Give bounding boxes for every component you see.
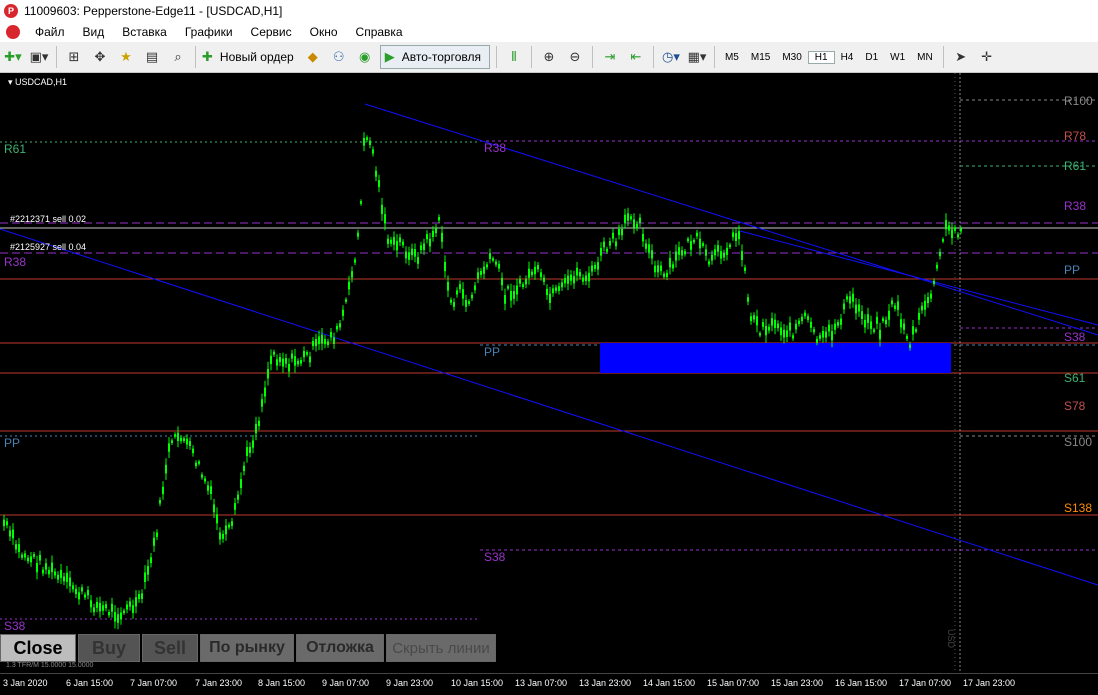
level-label: R61 <box>1064 159 1087 173</box>
watermark-text: USD <box>946 629 956 649</box>
order-label[interactable]: #2212371 sell 0.02 <box>10 214 86 224</box>
price-chart <box>0 73 1098 673</box>
time-axis-label: 13 Jan 23:00 <box>579 678 632 688</box>
autotrading-icon: ▶ <box>384 49 395 64</box>
level-label: S61 <box>1064 371 1086 385</box>
periods-clock-icon[interactable]: ◷▾ <box>660 46 682 68</box>
new-chart-icon[interactable]: ✚▾ <box>2 46 24 68</box>
level-label: PP <box>484 345 501 359</box>
signals-icon[interactable]: ⚇ <box>328 46 350 68</box>
time-axis-label: 15 Jan 07:00 <box>707 678 760 688</box>
time-axis-label: 7 Jan 23:00 <box>195 678 243 688</box>
autoscroll-icon[interactable]: ⇤ <box>625 46 647 68</box>
level-label: R38 <box>1064 199 1087 213</box>
time-axis-label: 9 Jan 23:00 <box>386 678 434 688</box>
templates-icon[interactable]: ▦▾ <box>686 46 708 68</box>
metaeditor-icon[interactable]: ◆ <box>302 46 324 68</box>
time-axis-label: 8 Jan 15:00 <box>258 678 306 688</box>
sell-button[interactable]: Sell <box>142 634 198 662</box>
time-axis-label: 14 Jan 15:00 <box>643 678 696 688</box>
chart-shift-icon[interactable]: ⇥ <box>599 46 621 68</box>
autotrading-button[interactable]: ▶ Авто-торговля <box>379 45 490 69</box>
timeframe-d1[interactable]: D1 <box>859 52 884 63</box>
strategy-tester-icon[interactable]: ⌕ <box>167 46 189 68</box>
trend-line <box>364 103 1098 336</box>
time-axis-label: 6 Jan 15:00 <box>66 678 114 688</box>
supply-zone-rect <box>600 343 951 373</box>
level-label: S38 <box>484 550 506 564</box>
zoom-in-icon[interactable]: ⊕ <box>538 46 560 68</box>
title-bar: P 11009603: Pepperstone-Edge11 - [USDCAD… <box>0 0 1098 22</box>
level-label: R61 <box>4 142 27 156</box>
level-label: PP <box>4 436 21 450</box>
vps-icon[interactable]: ◉ <box>354 46 376 68</box>
time-axis-label: 16 Jan 15:00 <box>835 678 888 688</box>
zoom-out-icon[interactable]: ⊖ <box>564 46 586 68</box>
time-axis-label: 17 Jan 07:00 <box>899 678 952 688</box>
chart-area[interactable]: ▾ USDCAD,H1 #2212371 sell 0.02 #2125927 … <box>0 73 1098 673</box>
timeframe-m15[interactable]: M15 <box>745 52 776 63</box>
timeframe-w1[interactable]: W1 <box>884 52 911 63</box>
timeframe-h1[interactable]: H1 <box>807 50 835 64</box>
market-watch-icon[interactable]: ⊞ <box>63 46 85 68</box>
chart-symbol-label: ▾ USDCAD,H1 <box>8 77 68 87</box>
menu-file[interactable]: Файл <box>26 25 74 39</box>
menu-help[interactable]: Справка <box>347 25 412 39</box>
timeframe-h4[interactable]: H4 <box>835 52 860 63</box>
window-title: 11009603: Pepperstone-Edge11 - [USDCAD,H… <box>24 4 283 18</box>
menu-insert[interactable]: Вставка <box>113 25 176 39</box>
buy-button[interactable]: Buy <box>78 634 140 662</box>
cursor-icon[interactable]: ➤ <box>950 46 972 68</box>
terminal-icon[interactable]: ▤ <box>141 46 163 68</box>
time-axis-label: 17 Jan 23:00 <box>963 678 1016 688</box>
trade-panel: Close Buy Sell По рынку Отложка Скрыть л… <box>0 634 498 662</box>
level-label: PP <box>1064 263 1081 277</box>
time-axis-label: 10 Jan 15:00 <box>451 678 504 688</box>
timeframe-m30[interactable]: M30 <box>776 52 807 63</box>
bar-chart-icon[interactable]: ⫴ <box>503 46 525 68</box>
level-label: R78 <box>1064 129 1087 143</box>
hide-lines-button[interactable]: Скрыть линии <box>386 634 496 662</box>
menu-window[interactable]: Окно <box>301 25 347 39</box>
new-order-icon: ✚ <box>202 49 213 64</box>
close-button[interactable]: Close <box>0 634 76 662</box>
level-label: R38 <box>484 141 507 155</box>
timeframe-m5[interactable]: M5 <box>719 52 745 63</box>
time-axis-label: 7 Jan 07:00 <box>130 678 178 688</box>
chart-symbol-text: USDCAD,H1 <box>15 77 68 87</box>
crosshair-icon[interactable]: ✛ <box>976 46 998 68</box>
level-label: S78 <box>1064 399 1086 413</box>
candles-group <box>3 132 962 630</box>
order-label[interactable]: #2125927 sell 0.04 <box>10 242 86 252</box>
level-label: S138 <box>1064 501 1093 515</box>
market-button[interactable]: По рынку <box>200 634 294 662</box>
level-label: S38 <box>4 619 26 633</box>
menu-bar: Файл Вид Вставка Графики Сервис Окно Спр… <box>0 22 1098 42</box>
time-axis-label: 15 Jan 23:00 <box>771 678 824 688</box>
status-strip: 1.3 TFR/M 15.0000 15.0000 <box>6 662 94 669</box>
app-logo-icon: P <box>4 4 18 18</box>
time-axis-label: 3 Jan 2020 <box>3 678 48 688</box>
level-label: S38 <box>1064 330 1086 344</box>
navigator-icon[interactable]: ★ <box>115 46 137 68</box>
time-axis-label: 9 Jan 07:00 <box>322 678 370 688</box>
menu-view[interactable]: Вид <box>74 25 114 39</box>
level-label: R100 <box>1064 94 1093 108</box>
document-icon <box>6 25 20 39</box>
menu-charts[interactable]: Графики <box>176 25 242 39</box>
level-label: R38 <box>4 255 27 269</box>
pending-button[interactable]: Отложка <box>296 634 384 662</box>
profiles-icon[interactable]: ▣▾ <box>28 46 50 68</box>
menu-tools[interactable]: Сервис <box>242 25 301 39</box>
new-order-button[interactable]: ✚ Новый ордер <box>202 46 298 68</box>
time-axis: 3 Jan 2020 6 Jan 15:00 7 Jan 07:00 7 Jan… <box>0 673 1098 695</box>
level-label: S100 <box>1064 435 1093 449</box>
time-axis-label: 13 Jan 07:00 <box>515 678 568 688</box>
timeframe-mn[interactable]: MN <box>911 52 939 63</box>
toolbar: ✚▾ ▣▾ ⊞ ✥ ★ ▤ ⌕ ✚ Новый ордер ◆ ⚇ ◉ ▶ Ав… <box>0 42 1098 73</box>
crosshair-nav-icon[interactable]: ✥ <box>89 46 111 68</box>
